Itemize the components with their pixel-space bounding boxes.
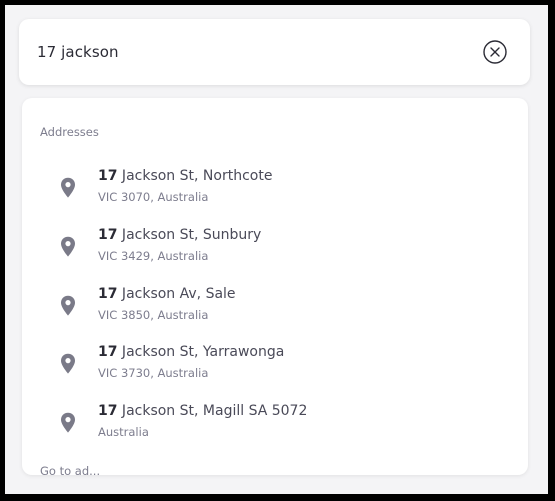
address-street-line: 17 Jackson Av, Sale [98, 286, 236, 302]
address-locality-line: Australia [98, 425, 149, 439]
suggestions-dropdown: Addresses 17 Jackson St, Northcote VIC 3… [22, 98, 528, 475]
address-street-line: 17 Jackson St, Sunbury [98, 227, 261, 243]
street-name: Jackson St, Magill SA 5072 [117, 403, 308, 419]
map-pin-icon [61, 295, 75, 316]
map-pin-icon [61, 412, 75, 433]
street-name: Jackson St, Sunbury [117, 227, 262, 243]
map-pin-icon [61, 177, 75, 198]
address-result[interactable]: 17 Jackson St, Sunbury VIC 3429, Austral… [22, 227, 528, 283]
house-number: 17 [98, 168, 118, 184]
address-result[interactable]: 17 Jackson Av, Sale VIC 3850, Australia [22, 286, 528, 342]
close-circle-icon[interactable] [483, 40, 507, 64]
address-street-line: 17 Jackson St, Magill SA 5072 [98, 403, 307, 419]
section-label-next: Go to ad... [40, 464, 101, 475]
search-input[interactable]: 17 jackson [19, 19, 530, 85]
address-result[interactable]: 17 Jackson St, Magill SA 5072 Australia [22, 403, 528, 459]
address-street-line: 17 Jackson St, Northcote [98, 168, 272, 184]
house-number: 17 [98, 403, 118, 419]
address-locality-line: VIC 3429, Australia [98, 249, 209, 263]
address-result[interactable]: 17 Jackson St, Yarrawonga VIC 3730, Aust… [22, 344, 528, 400]
map-pin-icon [61, 236, 75, 257]
search-input-value[interactable]: 17 jackson [37, 43, 119, 61]
address-result[interactable]: 17 Jackson St, Northcote VIC 3070, Austr… [22, 168, 528, 224]
address-search-panel: 17 jackson Addresses 17 Jackson St, Nort… [5, 5, 548, 494]
map-pin-icon [61, 353, 75, 374]
street-name: Jackson Av, Sale [117, 286, 236, 302]
house-number: 17 [98, 227, 118, 243]
address-street-line: 17 Jackson St, Yarrawonga [98, 344, 284, 360]
clear-search-button[interactable] [483, 40, 507, 64]
house-number: 17 [98, 286, 118, 302]
street-name: Jackson St, Yarrawonga [117, 344, 285, 360]
house-number: 17 [98, 344, 118, 360]
street-name: Jackson St, Northcote [117, 168, 273, 184]
address-locality-line: VIC 3730, Australia [98, 366, 209, 380]
address-locality-line: VIC 3850, Australia [98, 308, 209, 322]
address-locality-line: VIC 3070, Australia [98, 190, 209, 204]
section-label-addresses: Addresses [40, 125, 99, 139]
